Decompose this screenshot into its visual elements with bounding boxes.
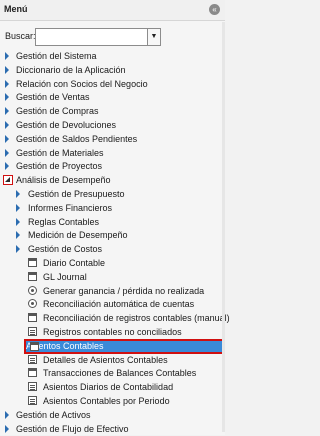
tree-item-label: Gestión de Saldos Pendientes: [16, 134, 138, 144]
scrollbar[interactable]: [222, 22, 225, 432]
expand-arrow-icon: [5, 93, 9, 101]
tree-item-label: Transacciones de Balances Contables: [43, 368, 197, 378]
expand-arrow-icon: [16, 218, 20, 226]
window-icon: [30, 342, 39, 351]
tree-item-label: Gestión de Materiales: [16, 148, 104, 158]
tree-item-label: Gestión de Proyectos: [16, 161, 103, 171]
tree-item-label: Reconciliación de registros contables (m…: [43, 313, 230, 323]
report-icon: [28, 355, 37, 364]
report-icon: [28, 327, 37, 336]
expand-arrow-icon: [5, 107, 9, 115]
tree-item-label: Reconciliación automática de cuentas: [43, 299, 195, 309]
tree-item[interactable]: Gestión de Presupuesto: [0, 188, 225, 201]
tree-item-label: Gestión de Devoluciones: [16, 120, 117, 130]
tree-item[interactable]: Diario Contable: [0, 257, 225, 270]
tree-item[interactable]: Gestión de Ventas: [0, 91, 225, 104]
expand-arrow-icon: [16, 245, 20, 253]
tree-item[interactable]: Gestión de Activos: [0, 409, 225, 422]
tree-item-label: Gestión de Activos: [16, 410, 91, 420]
report-icon: [28, 382, 37, 391]
expand-arrow-icon: [5, 80, 9, 88]
tree-item-label: Detalles de Asientos Contables: [43, 355, 168, 365]
expand-arrow-icon: [5, 135, 9, 143]
expand-arrow-icon: [5, 162, 9, 170]
process-icon: [28, 286, 37, 295]
search-input[interactable]: [36, 29, 150, 43]
tree-item[interactable]: Gestión de Costos: [0, 243, 225, 256]
tree-item[interactable]: Medición de Desempeño: [0, 229, 225, 242]
search-combobox[interactable]: ▼: [35, 28, 161, 46]
tree-item-label: Generar ganancia / pérdida no realizada: [43, 286, 205, 296]
tree-item[interactable]: Análisis de Desempeño: [0, 174, 225, 187]
window-icon: [28, 368, 37, 377]
tree-item[interactable]: Gestión de Saldos Pendientes: [0, 133, 225, 146]
tree-item[interactable]: Gestión de Materiales: [0, 147, 225, 160]
tree-item-label: Diario Contable: [43, 258, 106, 268]
tree-item[interactable]: GL Journal: [0, 271, 225, 284]
tree-item[interactable]: Gestión de Flujo de Efectivo: [0, 423, 225, 436]
expand-arrow-icon: [5, 52, 9, 60]
collapse-arrow-icon: [3, 175, 13, 185]
tree-item-label: GL Journal: [43, 272, 87, 282]
report-icon: [28, 396, 37, 405]
expand-arrow-icon: [5, 411, 9, 419]
window-icon: [28, 258, 37, 267]
tree-item[interactable]: Gestión de Proyectos: [0, 160, 225, 173]
tree-item-label: Análisis de Desempeño: [16, 175, 111, 185]
tree-item[interactable]: Gestión del Sistema: [0, 50, 225, 63]
tree-item-label: Registros contables no conciliados: [43, 327, 182, 337]
tree-item-label: Diccionario de la Aplicación: [16, 65, 126, 75]
tree-item[interactable]: Gestión de Compras: [0, 105, 225, 118]
expand-arrow-icon: [16, 231, 20, 239]
tree-item[interactable]: Detalles de Asientos Contables: [0, 354, 225, 367]
tree-item-label: Informes Financieros: [28, 203, 113, 213]
collapse-icon[interactable]: «: [209, 4, 220, 15]
tree-item-label: Gestión del Sistema: [16, 51, 97, 61]
search-label: Buscar:: [5, 31, 36, 41]
tree-item-selected[interactable]: Asientos Contables: [24, 339, 224, 354]
tree-item[interactable]: Gestión de Devoluciones: [0, 119, 225, 132]
chevron-down-icon[interactable]: ▼: [147, 29, 160, 45]
expand-arrow-icon: [16, 204, 20, 212]
menu-panel: Menú « Buscar: ▼ Gestión del Sistema Dicc…: [0, 0, 230, 436]
expand-arrow-icon: [5, 121, 9, 129]
tree-item[interactable]: Registros contables no conciliados: [0, 326, 225, 339]
tree-item[interactable]: Reglas Contables: [0, 216, 225, 229]
tree-item-label: Asientos Contables por Periodo: [43, 396, 170, 406]
tree-item[interactable]: Informes Financieros: [0, 202, 225, 215]
tree-item[interactable]: Reconciliación de registros contables (m…: [0, 312, 230, 325]
tree-item-label: Relación con Socios del Negocio: [16, 79, 148, 89]
expand-arrow-icon: [5, 425, 9, 433]
tree-item[interactable]: Asientos Diarios de Contabilidad: [0, 381, 225, 394]
window-icon: [28, 313, 37, 322]
tree-item-label: Medición de Desempeño: [28, 230, 128, 240]
window-icon: [28, 272, 37, 281]
tree-item[interactable]: Relación con Socios del Negocio: [0, 78, 225, 91]
tree-item-label: Asientos Diarios de Contabilidad: [43, 382, 174, 392]
menu-title: Menú: [4, 4, 28, 14]
tree-item[interactable]: Transacciones de Balances Contables: [0, 367, 225, 380]
tree-item[interactable]: Generar ganancia / pérdida no realizada: [0, 285, 225, 298]
expand-arrow-icon: [5, 66, 9, 74]
expand-arrow-icon: [16, 190, 20, 198]
tree-item-label: Gestión de Presupuesto: [28, 189, 125, 199]
search-row: Buscar: ▼: [0, 28, 225, 46]
tree-item-label: Gestión de Compras: [16, 106, 99, 116]
process-icon: [28, 299, 37, 308]
menu-header: Menú «: [0, 0, 225, 21]
tree-item-label: Reglas Contables: [28, 217, 100, 227]
tree-item-label: Gestión de Costos: [28, 244, 103, 254]
expand-arrow-icon: [5, 149, 9, 157]
tree-item-label: Gestión de Ventas: [16, 92, 90, 102]
tree-item[interactable]: Reconciliación automática de cuentas: [0, 298, 225, 311]
tree-item-label: Gestión de Flujo de Efectivo: [16, 424, 129, 434]
tree-item[interactable]: Asientos Contables por Periodo: [0, 395, 225, 408]
tree-item[interactable]: Diccionario de la Aplicación: [0, 64, 225, 77]
